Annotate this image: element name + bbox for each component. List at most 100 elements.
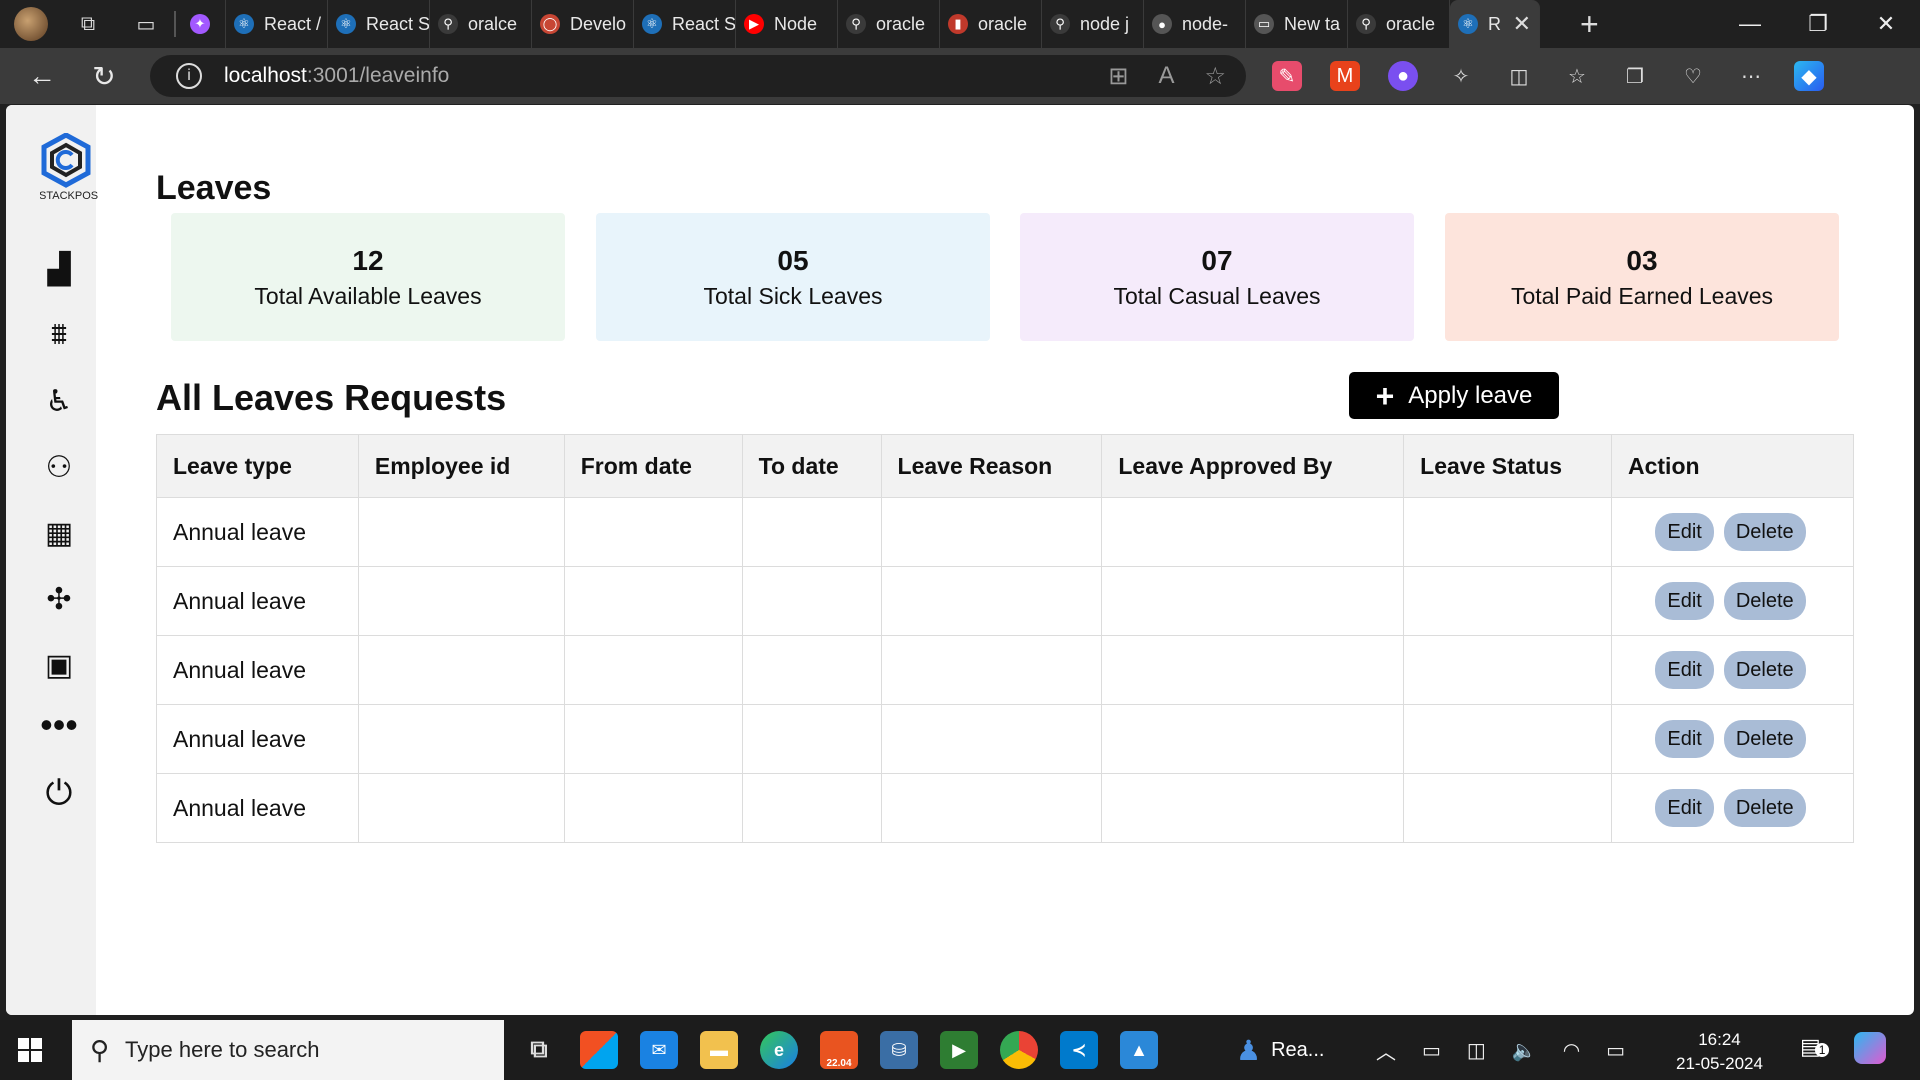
column-header[interactable]: Leave Approved By	[1101, 434, 1405, 498]
close-window-button[interactable]: ✕	[1852, 0, 1920, 48]
windows-start-button[interactable]	[0, 1020, 60, 1080]
edit-button[interactable]: Edit	[1655, 513, 1714, 551]
tab-label: node j	[1080, 13, 1130, 34]
battery-icon[interactable]: ▭	[1422, 1038, 1441, 1063]
employee-id-cell	[357, 566, 565, 636]
more-options-icon[interactable]: ⋯	[1736, 61, 1766, 91]
volume-muted-icon[interactable]: 🔈	[1512, 1038, 1537, 1063]
profile-avatar[interactable]	[14, 7, 48, 41]
running-app[interactable]: ♟ Rea...	[1236, 1020, 1324, 1080]
column-header[interactable]: To date	[741, 434, 882, 498]
taskbar-search[interactable]: ⚲ Type here to search	[72, 1020, 504, 1080]
id-card-icon[interactable]: ▣	[34, 645, 84, 685]
column-header[interactable]: Leave Reason	[880, 434, 1103, 498]
delete-button[interactable]: Delete	[1723, 720, 1806, 758]
browser-tab[interactable]: ◯ Develo	[532, 0, 634, 48]
photos-icon[interactable]: ▲	[1120, 1031, 1158, 1069]
copilot-taskbar-icon[interactable]	[1854, 1032, 1886, 1064]
ubuntu-icon[interactable]: 22.04	[820, 1031, 858, 1069]
column-header[interactable]: Leave type	[156, 434, 359, 498]
site-info-icon[interactable]: i	[176, 63, 202, 89]
leave-icon[interactable]: ♿	[34, 381, 84, 421]
display-icon[interactable]: ▭	[1606, 1038, 1625, 1063]
edit-button[interactable]: Edit	[1655, 720, 1714, 758]
split-screen-icon[interactable]: ◫	[1504, 61, 1534, 91]
browser-tab[interactable]: ⚲ node j	[1042, 0, 1144, 48]
new-tab-button[interactable]: +	[1580, 6, 1599, 43]
database-icon[interactable]: ⛁	[880, 1031, 918, 1069]
delete-button[interactable]: Delete	[1723, 651, 1806, 689]
browser-tab[interactable]: ▭ New ta	[1246, 0, 1348, 48]
dashboard-icon[interactable]: ▟	[34, 249, 84, 289]
notifications-icon[interactable]: ▤1	[1800, 1034, 1830, 1060]
workspaces-icon[interactable]: ⧉	[70, 6, 106, 42]
tab-actions-icon[interactable]: ▭	[128, 6, 164, 42]
collections-icon[interactable]: ❐	[1620, 61, 1650, 91]
favorite-star-icon[interactable]: ☆	[1204, 62, 1226, 91]
to-date-cell	[741, 635, 882, 705]
more-icon[interactable]: •••	[34, 704, 84, 745]
file-explorer-icon[interactable]: ▬	[700, 1031, 738, 1069]
task-view-icon[interactable]: ⧉	[520, 1031, 558, 1069]
column-header[interactable]: Employee id	[357, 434, 565, 498]
stackpos-logo[interactable]: STACKPOS	[39, 132, 102, 213]
back-button[interactable]: ←	[22, 56, 62, 96]
vscode-icon[interactable]: ≺	[1060, 1031, 1098, 1069]
extension-icon[interactable]: M	[1330, 61, 1360, 91]
store-icon[interactable]	[580, 1031, 618, 1069]
column-header[interactable]: Action	[1611, 434, 1854, 498]
employees-icon[interactable]: ⩩	[34, 315, 84, 355]
extension-icon[interactable]: ✎	[1272, 61, 1302, 91]
browser-tab[interactable]: ⚛ React /	[226, 0, 328, 48]
network-icon[interactable]: ✣	[34, 579, 84, 619]
refresh-button[interactable]: ↻	[84, 56, 124, 96]
url-path: :3001/leaveinfo	[306, 64, 450, 87]
address-bar[interactable]: i localhost:3001/leaveinfo ⊞ A ☆	[150, 55, 1246, 97]
power-icon[interactable]: ⏻	[34, 773, 84, 813]
edit-button[interactable]: Edit	[1655, 582, 1714, 620]
browser-tab[interactable]: ⚲ oracle	[1348, 0, 1450, 48]
delete-button[interactable]: Delete	[1723, 789, 1806, 827]
browser-tab[interactable]: ⚛ React S	[328, 0, 430, 48]
restore-button[interactable]: ❐	[1784, 0, 1852, 48]
browser-tab[interactable]: ⚲ oracle	[838, 0, 940, 48]
chrome-icon[interactable]	[1000, 1031, 1038, 1069]
edit-button[interactable]: Edit	[1655, 651, 1714, 689]
running-app-label: Rea...	[1271, 1038, 1325, 1061]
extensions-puzzle-icon[interactable]: ✧	[1446, 61, 1476, 91]
delete-button[interactable]: Delete	[1723, 513, 1806, 551]
edge-icon[interactable]: e	[760, 1031, 798, 1069]
clock[interactable]: 16:24 21-05-2024	[1676, 1028, 1763, 1076]
tab-active[interactable]: ⚛ R ✕	[1450, 0, 1540, 48]
close-tab-icon[interactable]: ✕	[1513, 11, 1531, 37]
browser-tab[interactable]: ▮ oracle	[940, 0, 1042, 48]
browser-tab[interactable]: ● node-	[1144, 0, 1246, 48]
meet-now-icon[interactable]: ◫	[1467, 1038, 1486, 1063]
media-icon[interactable]: ▶	[940, 1031, 978, 1069]
show-hidden-icons[interactable]: ︿	[1376, 1036, 1396, 1065]
mail-icon[interactable]: ✉	[640, 1031, 678, 1069]
app-available-icon[interactable]: ⊞	[1108, 62, 1128, 91]
browser-tab[interactable]: ⚛ React S	[634, 0, 736, 48]
favorites-icon[interactable]: ☆	[1562, 61, 1592, 91]
column-header[interactable]: Leave Status	[1403, 434, 1612, 498]
wifi-icon[interactable]: ◠	[1563, 1038, 1580, 1063]
github-icon: ●	[1152, 14, 1172, 34]
edit-button[interactable]: Edit	[1655, 789, 1714, 827]
team-icon[interactable]: ⚇	[34, 447, 84, 487]
browser-tab[interactable]: ▶ Node	[736, 0, 838, 48]
browser-tab[interactable]: ✦	[182, 0, 226, 48]
apply-leave-button[interactable]: + Apply leave	[1349, 372, 1559, 419]
minimize-button[interactable]: —	[1716, 0, 1784, 48]
delete-button[interactable]: Delete	[1723, 582, 1806, 620]
sick-leaves-card: 05 Total Sick Leaves	[596, 213, 990, 341]
calendar-icon[interactable]: ▦	[34, 513, 84, 553]
column-header[interactable]: From date	[563, 434, 743, 498]
browser-tab[interactable]: ⚲ oralce	[430, 0, 532, 48]
read-aloud-icon[interactable]: A	[1158, 62, 1174, 90]
tab-label: Develo	[570, 13, 627, 34]
tab-list: ✦ ⚛ React / ⚛ React S ⚲ oralce ◯ Develo ⚛ React S ▶…	[182, 0, 1450, 48]
extension-icon[interactable]: ●	[1388, 61, 1418, 91]
browser-essentials-icon[interactable]: ♡	[1678, 61, 1708, 91]
copilot-icon[interactable]: ◆	[1794, 61, 1824, 91]
